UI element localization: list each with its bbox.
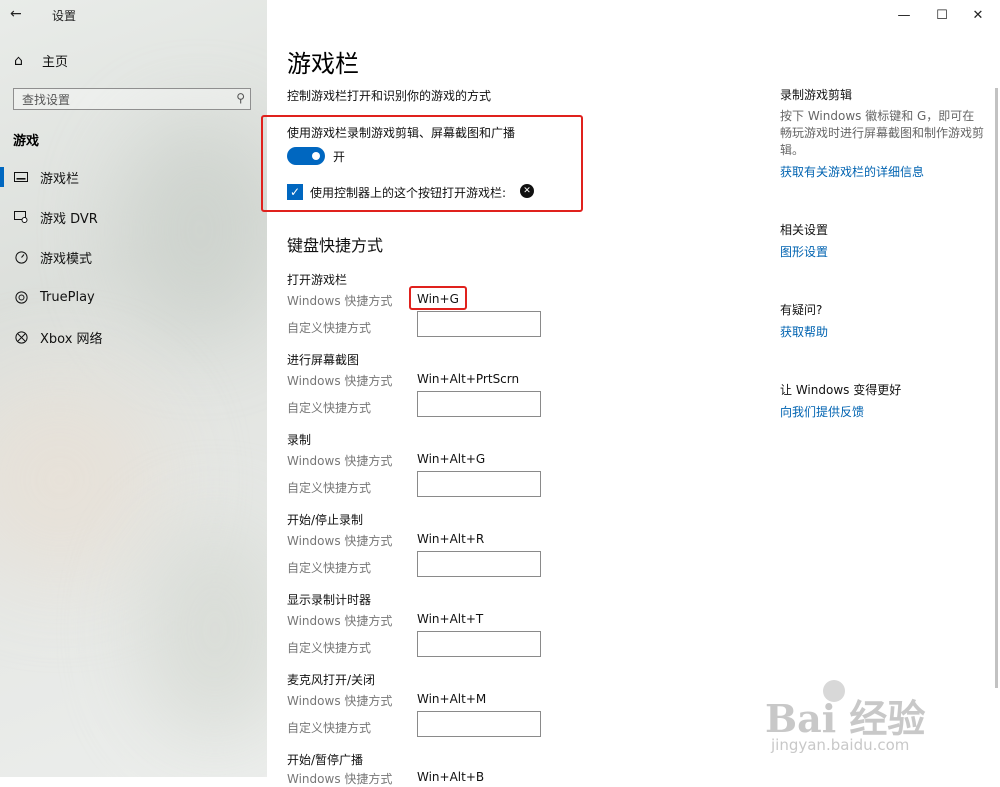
- windows-shortcut-label: Windows 快捷方式: [287, 454, 393, 468]
- feedback-heading: 让 Windows 变得更好: [780, 383, 902, 397]
- windows-shortcut-value: Win+Alt+G: [417, 452, 486, 466]
- record-clips-heading: 录制游戏剪辑: [780, 88, 853, 102]
- shortcut-title: 麦克风打开/关闭: [287, 673, 376, 687]
- game-bar-info-link[interactable]: 获取有关游戏栏的详细信息: [780, 163, 924, 180]
- custom-shortcut-input[interactable]: [417, 551, 541, 577]
- windows-shortcut-value: Win+Alt+PrtScrn: [417, 372, 520, 386]
- custom-shortcut-label: 自定义快捷方式: [287, 561, 372, 575]
- sidebar-item-label: 游戏模式: [40, 251, 93, 267]
- custom-shortcut-label: 自定义快捷方式: [287, 481, 372, 495]
- windows-shortcut-value: Win+Alt+R: [417, 532, 485, 546]
- game-mode-icon: [13, 249, 29, 265]
- toggle-knob: [312, 152, 320, 160]
- maximize-icon: ☐: [936, 7, 948, 23]
- sidebar-item-label: Xbox 网络: [40, 331, 103, 347]
- shortcut-title: 录制: [287, 433, 312, 447]
- custom-shortcut-label: 自定义快捷方式: [287, 641, 372, 655]
- xbox-button-icon: ✕: [520, 184, 534, 198]
- windows-shortcut-value: Win+Alt+T: [417, 612, 484, 626]
- windows-shortcut-value: Win+G: [417, 292, 459, 306]
- section-label: 游戏: [13, 134, 40, 149]
- shortcut-title: 打开游戏栏: [287, 273, 348, 287]
- shortcut-title: 开始/暂停广播: [287, 753, 364, 767]
- home-icon: ⌂: [14, 52, 23, 69]
- record-toggle[interactable]: [287, 147, 325, 165]
- watermark-url: jingyan.baidu.com: [771, 736, 910, 754]
- shortcut-title: 开始/停止录制: [287, 513, 364, 527]
- sidebar-item-xbox-network[interactable]: Xbox 网络: [0, 317, 267, 357]
- custom-shortcut-label: 自定义快捷方式: [287, 321, 372, 335]
- app-title: 设置: [52, 9, 77, 23]
- back-arrow-icon[interactable]: ←: [10, 6, 22, 22]
- dvr-icon: [13, 209, 29, 225]
- sidebar-backdrop: [0, 380, 160, 580]
- sidebar: ← 设置 ⌂ 主页 ⚲ 游戏 游戏栏 游戏 DVR 游戏模式: [0, 0, 267, 777]
- watermark: Bai 经验 jingyan.baidu.com: [765, 680, 975, 772]
- graphics-settings-link[interactable]: 图形设置: [780, 243, 828, 260]
- windows-shortcut-label: Windows 快捷方式: [287, 694, 393, 708]
- watermark-logo: Bai 经验: [765, 696, 926, 741]
- search-box[interactable]: ⚲: [13, 88, 251, 110]
- xbox-icon: [13, 329, 29, 345]
- page-description: 控制游戏栏打开和识别你的游戏的方式: [287, 89, 492, 103]
- close-icon: ✕: [972, 7, 984, 23]
- sidebar-item-game-mode[interactable]: 游戏模式: [0, 237, 267, 277]
- maximize-button[interactable]: ☐: [924, 0, 960, 30]
- nav-list: 游戏栏 游戏 DVR 游戏模式 TruePlay Xbox 网络: [0, 157, 267, 357]
- windows-shortcut-label: Windows 快捷方式: [287, 772, 393, 786]
- custom-shortcut-input[interactable]: [417, 471, 541, 497]
- controller-checkbox-label: 使用控制器上的这个按钮打开游戏栏:: [310, 186, 507, 200]
- keyboard-shortcuts-heading: 键盘快捷方式: [287, 236, 384, 255]
- nav-home-label: 主页: [42, 55, 69, 70]
- custom-shortcut-input[interactable]: [417, 631, 541, 657]
- custom-shortcut-input[interactable]: [417, 391, 541, 417]
- scrollbar[interactable]: [995, 88, 998, 688]
- windows-shortcut-value: Win+Alt+B: [417, 770, 485, 784]
- record-clips-text: 按下 Windows 徽标键和 G，即可在畅玩游戏时进行屏幕截图和制作游戏剪辑。: [780, 109, 985, 157]
- title-bar: ← 设置: [0, 0, 267, 30]
- windows-shortcut-label: Windows 快捷方式: [287, 374, 393, 388]
- close-button[interactable]: ✕: [960, 0, 996, 30]
- sidebar-backdrop: [140, 520, 267, 740]
- related-settings-heading: 相关设置: [780, 223, 829, 237]
- sidebar-item-game-bar[interactable]: 游戏栏: [0, 157, 267, 197]
- windows-shortcut-label: Windows 快捷方式: [287, 294, 393, 308]
- search-icon[interactable]: ⚲: [236, 91, 245, 105]
- page-title: 游戏栏: [287, 50, 359, 78]
- custom-shortcut-input[interactable]: [417, 711, 541, 737]
- minimize-icon: —: [897, 7, 911, 23]
- shortcut-title: 进行屏幕截图: [287, 353, 360, 367]
- game-bar-icon: [13, 169, 29, 185]
- custom-shortcut-input[interactable]: [417, 311, 541, 337]
- custom-shortcut-label: 自定义快捷方式: [287, 401, 372, 415]
- sidebar-item-game-dvr[interactable]: 游戏 DVR: [0, 197, 267, 237]
- controller-checkbox[interactable]: ✓: [287, 184, 303, 200]
- sidebar-item-trueplay[interactable]: TruePlay: [0, 277, 267, 317]
- get-help-link[interactable]: 获取帮助: [780, 323, 828, 340]
- shortcut-title: 显示录制计时器: [287, 593, 372, 607]
- custom-shortcut-label: 自定义快捷方式: [287, 721, 372, 735]
- search-input[interactable]: [14, 90, 222, 110]
- windows-shortcut-value: Win+Alt+M: [417, 692, 487, 706]
- sidebar-item-label: TruePlay: [40, 289, 95, 305]
- minimize-button[interactable]: —: [886, 0, 922, 30]
- windows-shortcut-label: Windows 快捷方式: [287, 614, 393, 628]
- trueplay-icon: [13, 289, 29, 305]
- toggle-state-label: 开: [333, 150, 346, 164]
- record-option-label: 使用游戏栏录制游戏剪辑、屏幕截图和广播: [287, 126, 516, 140]
- sidebar-item-label: 游戏栏: [40, 171, 80, 187]
- sidebar-item-label: 游戏 DVR: [40, 211, 98, 227]
- feedback-link[interactable]: 向我们提供反馈: [780, 403, 864, 420]
- windows-shortcut-label: Windows 快捷方式: [287, 534, 393, 548]
- nav-home[interactable]: ⌂ 主页: [14, 51, 69, 71]
- questions-heading: 有疑问?: [780, 303, 823, 317]
